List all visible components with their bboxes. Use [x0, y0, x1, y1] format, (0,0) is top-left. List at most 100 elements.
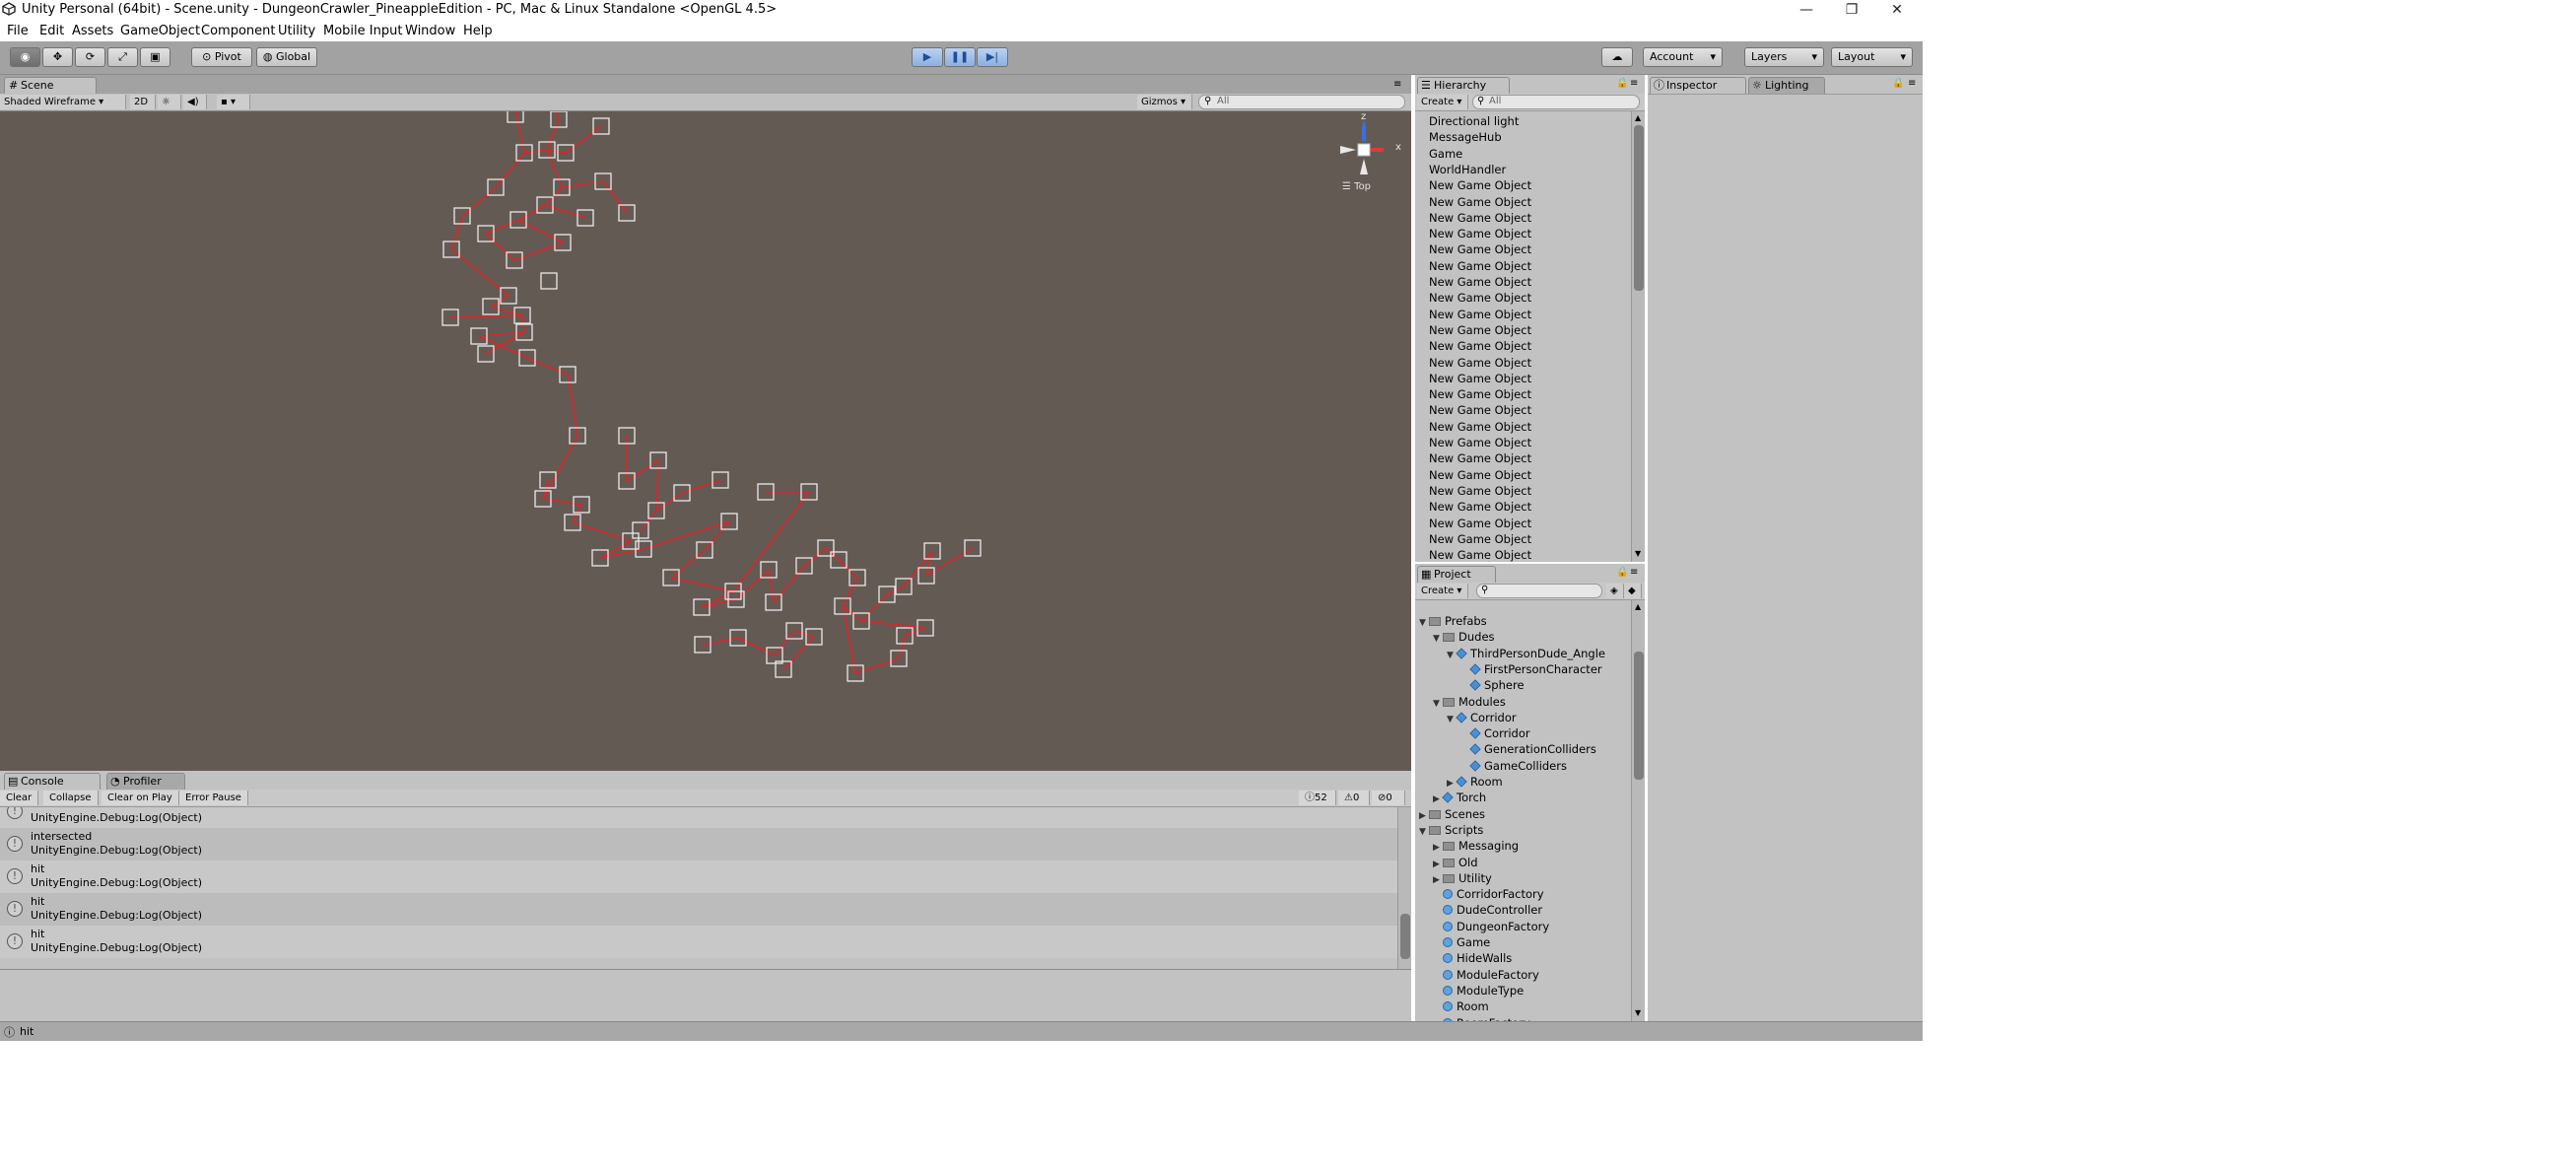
scroll-up-icon[interactable]: ▲: [1635, 113, 1641, 122]
menu-mobile-input[interactable]: Mobile Input: [323, 24, 402, 38]
project-item[interactable]: RoomFactory: [1433, 1016, 1530, 1021]
menu-window[interactable]: Window: [405, 24, 455, 38]
hierarchy-item[interactable]: MessageHub: [1429, 130, 1502, 144]
rotate-tool-button[interactable]: ⟳: [75, 47, 105, 67]
effects-dropdown[interactable]: ▪ ▾: [217, 95, 250, 109]
log-row[interactable]: ! intersected UnityEngine.Debug:Log(Obje…: [0, 828, 1397, 861]
collapse-button[interactable]: Collapse: [43, 791, 99, 805]
hierarchy-item[interactable]: Directional light: [1429, 114, 1519, 128]
hierarchy-item[interactable]: New Game Object: [1429, 356, 1531, 370]
project-item[interactable]: Room: [1433, 999, 1489, 1013]
hierarchy-item[interactable]: WorldHandler: [1429, 163, 1506, 176]
menu-component[interactable]: Component: [201, 24, 275, 38]
expanded-arrow-icon[interactable]: ▼: [1433, 634, 1443, 644]
collapsed-arrow-icon[interactable]: ▶: [1433, 860, 1443, 869]
menu-edit[interactable]: Edit: [39, 24, 64, 38]
project-item[interactable]: ▶ Room: [1447, 775, 1503, 789]
expanded-arrow-icon[interactable]: ▼: [1433, 699, 1443, 709]
filter-by-label-button[interactable]: ◆: [1624, 584, 1642, 598]
hierarchy-item[interactable]: New Game Object: [1429, 484, 1531, 498]
lock-icon[interactable]: 🔒: [1616, 567, 1628, 578]
project-scrollbar-thumb[interactable]: [1634, 652, 1644, 780]
pivot-toggle[interactable]: ⊙ Pivot: [191, 47, 252, 67]
hierarchy-scrollbar-thumb[interactable]: [1634, 125, 1644, 291]
project-item[interactable]: ▼ Dudes: [1433, 630, 1495, 644]
audio-toggle[interactable]: ◀): [183, 95, 207, 109]
console-scrollbar[interactable]: [1397, 807, 1411, 969]
hand-tool-button[interactable]: ◉: [10, 47, 40, 67]
pause-button[interactable]: ❚❚: [944, 47, 976, 67]
tab-console[interactable]: ▤ Console: [4, 773, 101, 790]
project-item[interactable]: Game: [1433, 935, 1490, 949]
hierarchy-item[interactable]: New Game Object: [1429, 308, 1531, 321]
project-create-dropdown[interactable]: Create ▾: [1417, 584, 1468, 598]
hierarchy-item[interactable]: New Game Object: [1429, 420, 1531, 434]
hierarchy-item[interactable]: New Game Object: [1429, 275, 1531, 289]
tab-profiler[interactable]: ◔ Profiler: [106, 773, 185, 790]
log-count-toggle[interactable]: ⓘ52: [1299, 791, 1336, 805]
project-item[interactable]: ▶ Messaging: [1433, 839, 1519, 853]
project-item[interactable]: ▶ Utility: [1433, 871, 1492, 885]
clear-button[interactable]: Clear: [0, 791, 39, 805]
collapsed-arrow-icon[interactable]: ▶: [1433, 794, 1443, 804]
hierarchy-item[interactable]: New Game Object: [1429, 387, 1531, 401]
console-scrollbar-thumb[interactable]: [1400, 914, 1410, 959]
warning-count-toggle[interactable]: ⚠0: [1338, 791, 1370, 805]
cloud-button[interactable]: ☁: [1601, 47, 1633, 67]
minimize-button[interactable]: —: [1784, 0, 1829, 20]
project-item[interactable]: ▶ Scenes: [1419, 807, 1485, 821]
lock-icon[interactable]: 🔒: [1616, 78, 1628, 89]
project-item[interactable]: GenerationColliders: [1460, 742, 1596, 756]
menu-assets[interactable]: Assets: [72, 24, 113, 38]
project-search-input[interactable]: ⚲: [1476, 584, 1602, 598]
hierarchy-item[interactable]: New Game Object: [1429, 436, 1531, 449]
layers-dropdown[interactable]: Layers ▾: [1744, 47, 1824, 67]
lock-icon[interactable]: 🔒: [1892, 78, 1904, 89]
scroll-down-icon[interactable]: ▼: [1635, 1008, 1641, 1017]
project-scrollbar[interactable]: ▲ ▼: [1631, 600, 1645, 1021]
project-item[interactable]: HideWalls: [1433, 951, 1512, 965]
tab-hierarchy[interactable]: ☰ Hierarchy: [1417, 77, 1510, 94]
2d-toggle[interactable]: 2D: [130, 95, 156, 109]
error-count-toggle[interactable]: ⊘0: [1372, 791, 1405, 805]
project-item[interactable]: CorridorFactory: [1433, 887, 1544, 901]
project-item[interactable]: FirstPersonCharacter: [1460, 662, 1602, 676]
expanded-arrow-icon[interactable]: ▼: [1419, 827, 1429, 837]
menu-help[interactable]: Help: [463, 24, 493, 38]
panel-menu-icon[interactable]: ≡: [1630, 567, 1638, 578]
hierarchy-item[interactable]: New Game Object: [1429, 339, 1531, 353]
hierarchy-item[interactable]: New Game Object: [1429, 532, 1531, 546]
project-item[interactable]: DudeController: [1433, 903, 1542, 917]
project-item[interactable]: ▶ Old: [1433, 856, 1478, 869]
scale-tool-button[interactable]: ⤢: [107, 47, 138, 67]
panel-menu-icon[interactable]: ≡: [1630, 78, 1638, 89]
filter-by-type-button[interactable]: ◈: [1606, 584, 1624, 598]
collapsed-arrow-icon[interactable]: ▶: [1419, 811, 1429, 821]
panel-menu-icon[interactable]: ≡: [1908, 78, 1916, 89]
hierarchy-create-dropdown[interactable]: Create ▾: [1417, 95, 1468, 109]
project-item[interactable]: ModuleType: [1433, 984, 1524, 998]
room-node[interactable]: [540, 272, 558, 290]
hierarchy-item[interactable]: New Game Object: [1429, 211, 1531, 225]
hierarchy-item[interactable]: Game: [1429, 147, 1462, 161]
maximize-button[interactable]: ❐: [1829, 0, 1874, 20]
expanded-arrow-icon[interactable]: ▼: [1419, 618, 1429, 628]
project-item[interactable]: ▶ Torch: [1433, 791, 1486, 804]
shading-mode-dropdown[interactable]: Shaded Wireframe ▾: [0, 95, 126, 109]
error-pause-button[interactable]: Error Pause: [179, 791, 248, 805]
orientation-gizmo[interactable]: z x ☰ Top: [1328, 111, 1407, 200]
tab-lighting[interactable]: ☼ Lighting: [1748, 77, 1825, 94]
hierarchy-scrollbar[interactable]: ▲ ▼: [1631, 111, 1645, 562]
hierarchy-item[interactable]: New Game Object: [1429, 500, 1531, 514]
collapsed-arrow-icon[interactable]: ▶: [1433, 843, 1443, 853]
menu-file[interactable]: File: [7, 24, 29, 38]
project-item[interactable]: DungeonFactory: [1433, 920, 1549, 933]
hierarchy-item[interactable]: New Game Object: [1429, 468, 1531, 482]
menu-gameobject[interactable]: GameObject: [120, 24, 200, 38]
hierarchy-item[interactable]: New Game Object: [1429, 451, 1531, 465]
collapsed-arrow-icon[interactable]: ▶: [1433, 875, 1443, 885]
hierarchy-item[interactable]: New Game Object: [1429, 259, 1531, 273]
account-dropdown[interactable]: Account ▾: [1643, 47, 1723, 67]
project-item[interactable]: ▼ Modules: [1433, 695, 1506, 709]
project-item[interactable]: ▼ ThirdPersonDude_Angle: [1447, 647, 1605, 660]
